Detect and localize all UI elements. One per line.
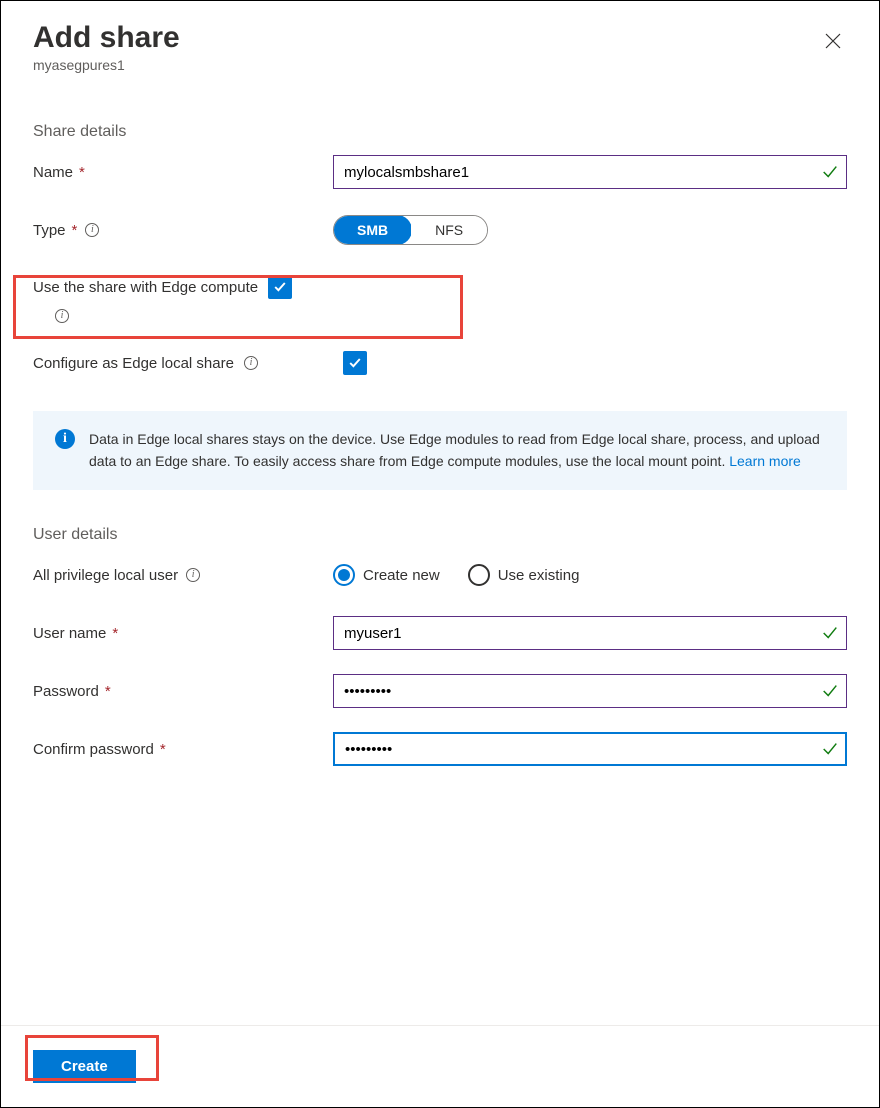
- confirm-password-input[interactable]: [333, 732, 847, 766]
- name-input[interactable]: [333, 155, 847, 189]
- privilege-radio-group: Create new Use existing: [333, 564, 847, 586]
- type-label: Type* i: [33, 222, 333, 239]
- info-banner-text: Data in Edge local shares stays on the d…: [89, 429, 825, 472]
- info-banner: i Data in Edge local shares stays on the…: [33, 411, 847, 490]
- name-row: Name*: [33, 155, 847, 189]
- panel-footer: Create: [1, 1025, 879, 1107]
- learn-more-link[interactable]: Learn more: [729, 453, 801, 469]
- password-label: Password*: [33, 683, 333, 700]
- type-option-nfs[interactable]: NFS: [411, 216, 487, 244]
- edge-local-label: Configure as Edge local share: [33, 355, 234, 372]
- info-icon[interactable]: i: [186, 568, 200, 582]
- username-row: User name*: [33, 616, 847, 650]
- username-input[interactable]: [333, 616, 847, 650]
- info-icon[interactable]: i: [55, 309, 69, 323]
- name-label: Name*: [33, 164, 333, 181]
- edge-compute-checkbox[interactable]: [268, 275, 292, 299]
- info-badge-icon: i: [55, 429, 75, 449]
- edge-local-row: Configure as Edge local share i: [33, 351, 847, 375]
- add-share-panel: Add share myasegpures1 Share details Nam…: [0, 0, 880, 1108]
- required-asterisk: *: [79, 164, 85, 181]
- confirm-password-label: Confirm password*: [33, 741, 333, 758]
- radio-create-new[interactable]: Create new: [333, 564, 440, 586]
- edge-local-checkbox[interactable]: [343, 351, 367, 375]
- password-input[interactable]: [333, 674, 847, 708]
- edge-compute-row: Use the share with Edge compute i: [33, 275, 847, 323]
- type-option-smb[interactable]: SMB: [333, 215, 412, 245]
- user-details-heading: User details: [33, 526, 847, 544]
- edge-compute-label: Use the share with Edge compute: [33, 279, 258, 296]
- username-label: User name*: [33, 625, 333, 642]
- radio-use-existing[interactable]: Use existing: [468, 564, 580, 586]
- type-segmented-control: SMB NFS: [333, 215, 488, 245]
- page-title: Add share: [33, 21, 180, 55]
- password-row: Password*: [33, 674, 847, 708]
- confirm-password-row: Confirm password*: [33, 732, 847, 766]
- share-details-heading: Share details: [33, 123, 847, 141]
- panel-header: Add share myasegpures1: [33, 21, 847, 73]
- close-icon[interactable]: [819, 27, 847, 59]
- info-icon[interactable]: i: [244, 356, 258, 370]
- privilege-label: All privilege local user i: [33, 567, 333, 584]
- create-button[interactable]: Create: [33, 1050, 136, 1083]
- info-icon[interactable]: i: [85, 223, 99, 237]
- privilege-row: All privilege local user i Create new Us…: [33, 558, 847, 592]
- type-row: Type* i SMB NFS: [33, 213, 847, 247]
- resource-subtitle: myasegpures1: [33, 57, 180, 73]
